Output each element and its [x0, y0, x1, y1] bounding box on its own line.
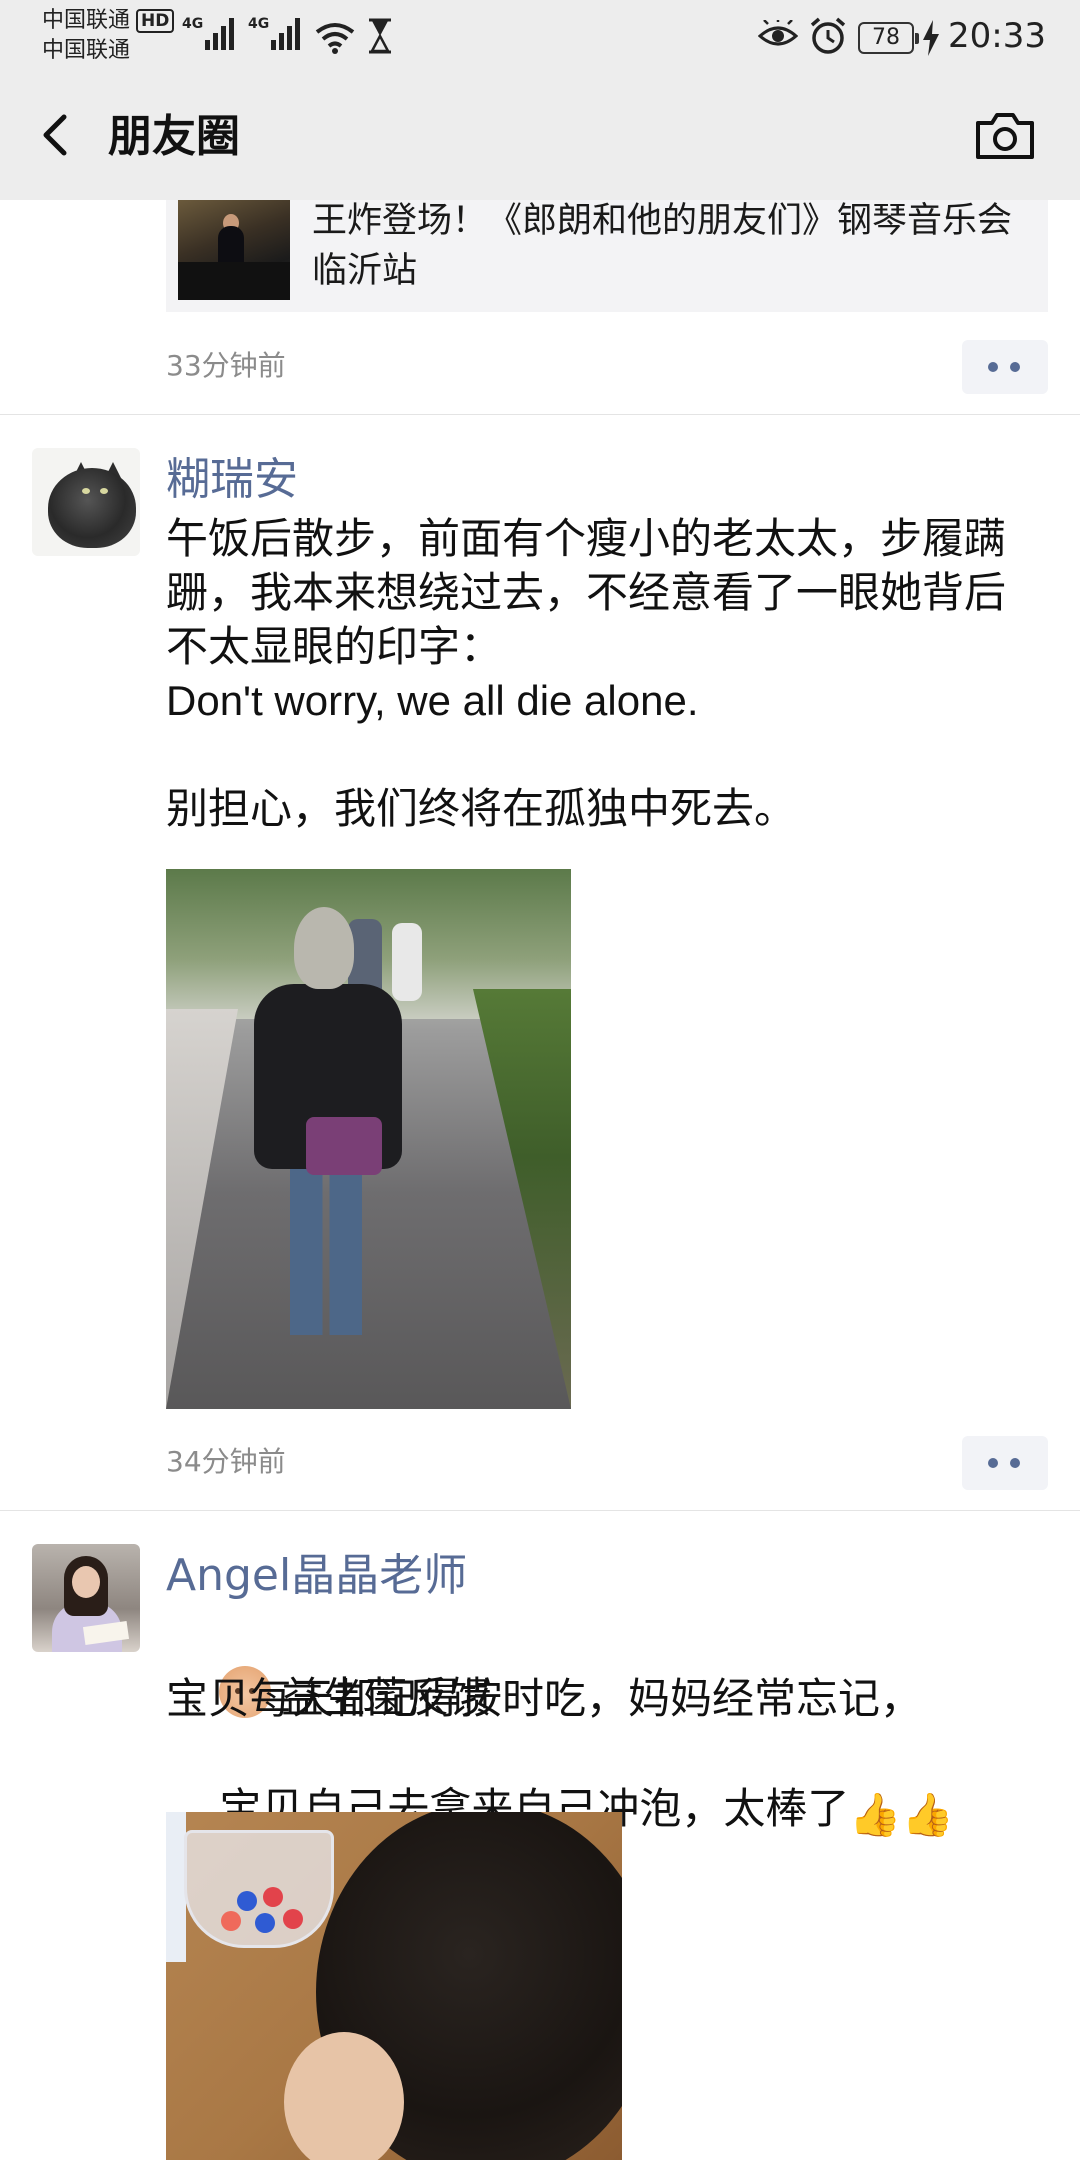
status-bar: 中国联通 HD 中国联通 4G 4G 78 20:33 [0, 0, 1080, 75]
dot-icon [988, 1458, 998, 1468]
nav-bar: 朋友圈 [0, 75, 1080, 200]
wifi-icon [315, 23, 355, 54]
battery-level: 78 [872, 25, 900, 50]
link-thumbnail [178, 200, 290, 300]
author-name[interactable]: 糊瑞安 [166, 450, 298, 510]
charging-bolt-icon [923, 20, 939, 56]
divider [0, 414, 1080, 415]
link-card[interactable]: 王炸登场！《郎朗和他的朋友们》钢琴音乐会临沂站 [166, 200, 1048, 312]
moments-feed[interactable]: 王炸登场！《郎朗和他的朋友们》钢琴音乐会临沂站 33分钟前 糊瑞安 午饭后散步，… [0, 200, 1080, 2160]
divider [0, 1510, 1080, 1511]
more-actions-button[interactable] [962, 340, 1048, 394]
author-name[interactable]: Angel晶晶老师 [166, 1546, 467, 1606]
hd-badge: HD [136, 9, 175, 33]
page-title: 朋友圈 [108, 111, 240, 162]
thumbs-up-emoji-icon: 👍👍 [849, 1790, 955, 1839]
post-text-line: 宝贝每天都记得按时吃，妈妈经常忘记， [166, 1674, 923, 1723]
battery-indicator: 78 [858, 22, 919, 54]
post-time: 33分钟前 [166, 349, 286, 382]
alarm-icon [810, 17, 846, 54]
avatar[interactable] [32, 448, 140, 556]
more-actions-button[interactable] [962, 1436, 1048, 1490]
dot-icon [1010, 1458, 1020, 1468]
clock: 20:33 [948, 16, 1046, 56]
dot-icon [1010, 362, 1020, 372]
post-photo[interactable] [166, 1812, 622, 2160]
link-title: 王炸登场！《郎朗和他的朋友们》钢琴音乐会临沂站 [312, 201, 1013, 291]
chevron-left-icon [43, 114, 67, 156]
back-button[interactable] [30, 105, 90, 165]
post-text: 午饭后散步，前面有个瘦小的老太太，步履蹒跚，我本来想绕过去，不经意看了一眼她背后… [166, 514, 1007, 671]
signal-2-icon: 4G [248, 16, 303, 50]
hourglass-icon [369, 18, 391, 54]
network-type-1: 4G [182, 16, 204, 32]
carrier-name-2: 中国联通 [42, 38, 131, 63]
post-text-english: Don't worry, we all die alone. [166, 677, 699, 724]
camera-icon [976, 113, 1034, 159]
post-text-translation: 别担心，我们终将在孤独中死去。 [166, 784, 797, 833]
dot-icon [988, 362, 998, 372]
network-type-2: 4G [248, 16, 270, 32]
post-time: 34分钟前 [166, 1445, 286, 1478]
carrier-info: 中国联通 HD 中国联通 [42, 6, 175, 66]
camera-button[interactable] [972, 105, 1038, 167]
avatar[interactable] [32, 1544, 140, 1652]
carrier-name-1: 中国联通 [42, 8, 131, 33]
post-photo[interactable] [166, 869, 571, 1409]
signal-1-icon: 4G [182, 16, 237, 50]
eye-icon [758, 20, 798, 46]
